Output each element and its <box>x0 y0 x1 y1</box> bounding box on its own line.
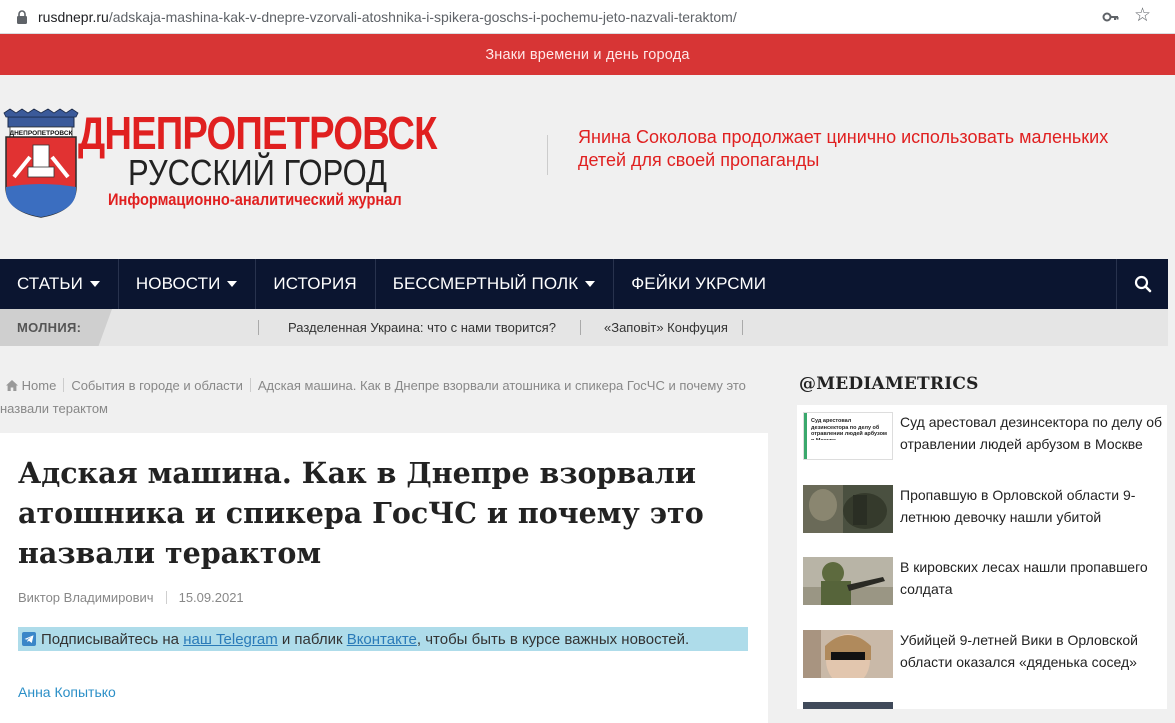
lock-icon[interactable] <box>14 9 30 25</box>
ticker-item[interactable]: «Заповіт» Конфуция <box>604 320 728 335</box>
url-host: rusdnepr.ru <box>38 8 109 25</box>
breadcrumb-separator <box>249 378 251 392</box>
thumbnail-image <box>803 630 893 678</box>
key-icon[interactable] <box>1102 8 1120 26</box>
search-icon <box>1134 275 1151 293</box>
sidebar-news-title[interactable]: В кировских лесах нашли пропавшего солда… <box>900 556 1168 600</box>
nav-item-label: ФЕЙКИ УКРСМИ <box>631 274 767 293</box>
news-thumbnail[interactable]: Суд арестовал дезинсектора по делу об от… <box>803 412 893 460</box>
nav-item-label: ИСТОРИЯ <box>273 274 357 293</box>
crest-label: ДНЕПРОПЕТРОВСК <box>9 130 72 137</box>
breadcrumb-home[interactable]: Home <box>22 378 57 393</box>
sidebar-news-item[interactable]: Убийцей 9-летней Вики в Орловской област… <box>803 630 1163 690</box>
main-nav: СТАТЬИ НОВОСТИ ИСТОРИЯ БЕССМЕРТНЫЙ ПОЛК … <box>0 259 1168 309</box>
nav-item-label: СТАТЬИ <box>17 274 83 293</box>
bookmark-star-icon[interactable]: ☆ <box>1134 5 1151 27</box>
telegram-middle: и паблик <box>277 630 347 648</box>
caret-down-icon <box>89 281 100 287</box>
thumbnail-image <box>803 485 893 533</box>
article-title: Адская машина. Как в Днепре взорвали ато… <box>18 456 704 570</box>
ticker-divider <box>580 320 581 335</box>
ticker-divider <box>258 320 259 335</box>
caret-down-icon <box>585 281 596 287</box>
nav-item-history[interactable]: ИСТОРИЯ <box>256 259 376 309</box>
article-card: Адская машина. Как в Днепре взорвали ато… <box>0 433 768 723</box>
sidebar-news-item[interactable]: В кировских лесах нашли пропавшего солда… <box>803 557 1163 617</box>
nav-item-news[interactable]: НОВОСТИ <box>119 259 257 309</box>
browser-url-bar[interactable]: rusdnepr.ru/adskaja-mashina-kak-v-dnepre… <box>0 0 1175 34</box>
logo-tagline: Информационно-аналитический журнал <box>108 190 402 209</box>
telegram-icon <box>22 632 36 646</box>
telegram-prefix: Подписывайтесь на <box>41 630 180 648</box>
news-thumbnail[interactable] <box>803 557 893 605</box>
header-divider <box>547 135 548 175</box>
home-icon <box>6 380 18 391</box>
logo-subtitle[interactable]: РУССКИЙ ГОРОД <box>128 153 387 193</box>
article-author[interactable]: Виктор Владимирович <box>18 590 154 605</box>
breadcrumb: Home События в городе и области Адская маш… <box>0 374 770 420</box>
nav-item-label: БЕССМЕРТНЫЙ ПОЛК <box>392 274 579 293</box>
sidebar-news-title[interactable]: Пропавшую в Орловской области 9-летнюю д… <box>900 484 1168 528</box>
header-headline-link[interactable]: Янина Соколова продолжает цинично исполь… <box>578 126 1158 172</box>
nav-item-articles[interactable]: СТАТЬИ <box>0 259 119 309</box>
sidebar-news-title[interactable]: Суд арестовал дезинсектора по делу об от… <box>900 411 1168 455</box>
meta-separator <box>165 591 167 604</box>
sidebar-news-list: Суд арестовал дезинсектора по делу об от… <box>797 405 1167 709</box>
ticker-item[interactable]: Разделенная Украина: что с нами творится… <box>288 320 556 335</box>
breaking-news-ticker: МОЛНИЯ: Разделенная Украина: что с нами … <box>0 309 1168 346</box>
sidebar-news-item-partial[interactable] <box>803 702 1163 712</box>
url-path: /adskaja-mashina-kak-v-dnepre-vzorvali-a… <box>108 8 737 25</box>
nav-item-fakes[interactable]: ФЕЙКИ УКРСМИ <box>614 259 784 309</box>
telegram-link[interactable]: наш Telegram <box>183 631 278 648</box>
nav-item-immortal-regiment[interactable]: БЕССМЕРТНЫЙ ПОЛК <box>376 259 615 309</box>
nav-item-label: НОВОСТИ <box>135 274 221 293</box>
article-byline[interactable]: Анна Копытько <box>18 684 116 700</box>
top-banner[interactable]: Знаки времени и день города <box>0 34 1175 75</box>
vkontakte-link[interactable]: Вконтакте <box>347 631 417 648</box>
breadcrumb-category[interactable]: События в городе и области <box>71 378 243 393</box>
site-header: ДНЕПРОПЕТРОВСК ДНЕПРОПЕТРОВСК РУССКИЙ ГО… <box>0 75 1175 259</box>
sidebar-news-item[interactable]: Пропавшую в Орловской области 9-летнюю д… <box>803 485 1163 545</box>
top-banner-text: Знаки времени и день города <box>485 46 690 63</box>
sidebar-news-title[interactable]: Убийцей 9-летней Вики в Орловской област… <box>900 629 1168 673</box>
news-thumbnail[interactable] <box>803 630 893 678</box>
article-date: 15.09.2021 <box>178 590 244 605</box>
caret-down-icon <box>227 281 238 287</box>
logo-title[interactable]: ДНЕПРОПЕТРОВСК <box>78 108 437 158</box>
sidebar-news-item[interactable]: Суд арестовал дезинсектора по делу об от… <box>803 412 1163 472</box>
thumbnail-caption: Суд арестовал дезинсектора по делу об от… <box>811 418 887 440</box>
telegram-subscribe-banner: Подписывайтесь на наш Telegram и паблик … <box>18 627 748 651</box>
thumbnail-image <box>803 557 893 605</box>
sidebar-title: @MEDIAMETRICS <box>799 374 979 394</box>
ticker-label: МОЛНИЯ: <box>0 309 112 346</box>
news-thumbnail[interactable] <box>803 485 893 533</box>
breadcrumb-separator <box>63 378 65 392</box>
city-crest-logo[interactable]: ДНЕПРОПЕТРОВСК <box>0 107 82 219</box>
news-thumbnail[interactable] <box>803 702 893 709</box>
telegram-suffix: , чтобы быть в курсе важных новостей. <box>416 630 690 648</box>
article-meta: Виктор Владимирович 15.09.2021 <box>18 590 244 605</box>
url-text[interactable]: rusdnepr.ru/adskaja-mashina-kak-v-dnepre… <box>38 9 1098 25</box>
search-button[interactable] <box>1116 259 1168 309</box>
ticker-divider <box>742 320 743 335</box>
